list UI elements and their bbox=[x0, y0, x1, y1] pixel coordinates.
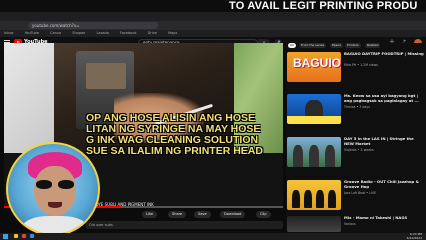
bookmark-item[interactable]: Drive bbox=[148, 31, 157, 35]
bookmark-item[interactable]: Lazada bbox=[96, 31, 108, 35]
save-button[interactable]: Save bbox=[194, 211, 211, 218]
download-button[interactable]: Download bbox=[220, 211, 246, 218]
thumbnail-banner bbox=[287, 116, 341, 124]
clock-date: 6/10/2024 bbox=[406, 235, 422, 240]
promo-text: TO AVAIL LEGIT PRINTING PRODU bbox=[229, 0, 418, 12]
recommendation-item[interactable]: Ms. Keow sa usa ayl bagyong bgt | ang pa… bbox=[287, 94, 425, 124]
video-thumbnail[interactable]: BAGUIO bbox=[287, 52, 341, 82]
filter-chip[interactable]: Printers bbox=[345, 43, 361, 48]
video-caption-line: SUE SA ILALIM NG PRINTER HEAD bbox=[86, 145, 263, 157]
filter-chip[interactable]: Epson bbox=[330, 43, 344, 48]
sunglasses-lens bbox=[58, 180, 74, 189]
address-bar[interactable]: youtube.com/watch?v= bbox=[28, 22, 158, 29]
thumbnail-figure bbox=[292, 190, 300, 208]
thumbnail-figure bbox=[316, 190, 324, 208]
recommendation-meta: Various bbox=[344, 222, 356, 226]
printer-head-image bbox=[86, 63, 126, 89]
recommendation-meta: Jazz Lofi Beat • LIVE bbox=[344, 191, 377, 195]
sunglasses-icon bbox=[36, 180, 74, 189]
recommendation-item[interactable]: DAY 5 in the LAS IN | Stringe the NEW Ma… bbox=[287, 137, 425, 167]
recommendation-item[interactable]: Mix - Mamo ni Takeshi | NAGS Various bbox=[287, 216, 425, 232]
recommendation-meta: Viajeros • 2 weeks bbox=[344, 148, 374, 152]
recommendation-meta: Thrizza • 3 days bbox=[344, 105, 370, 109]
recommendation-title[interactable]: Groove Radio - OUT Chill Jazzhop & Groov… bbox=[344, 180, 424, 189]
recommendation-item[interactable]: Groove Radio - OUT Chill Jazzhop & Groov… bbox=[287, 180, 425, 210]
thumbnail-person bbox=[293, 145, 303, 167]
recommendation-title[interactable]: BAGUIO DAYTRIP FOODTRIP | Missing bbox=[344, 52, 424, 57]
recommendation-title[interactable]: Mix - Mamo ni Takeshi | NAGS bbox=[344, 216, 424, 221]
clip-button[interactable]: Clip bbox=[256, 211, 271, 218]
file-explorer-icon[interactable] bbox=[14, 234, 18, 238]
filter-chip[interactable]: From the series bbox=[299, 43, 327, 48]
thumbnail-person bbox=[309, 145, 319, 167]
video-thumbnail[interactable] bbox=[287, 180, 341, 210]
share-button[interactable]: Share bbox=[168, 211, 187, 218]
filter-chip[interactable]: Related bbox=[365, 43, 381, 48]
video-thumbnail[interactable] bbox=[287, 137, 341, 167]
system-clock[interactable]: 6:24 PM 6/10/2024 bbox=[394, 232, 422, 240]
facecam-mouth bbox=[48, 202, 62, 208]
thumbnail-person bbox=[325, 145, 335, 167]
facecam-overlay bbox=[6, 142, 100, 236]
start-icon[interactable] bbox=[3, 234, 8, 239]
thumbnail-text: BAGUIO bbox=[293, 56, 341, 70]
bookmark-item[interactable]: Facebook bbox=[120, 31, 136, 35]
description-box[interactable]: Ola user subs bbox=[86, 221, 283, 229]
bookmark-item[interactable]: Maps bbox=[168, 31, 177, 35]
taskbar bbox=[0, 233, 426, 240]
thumbnail-figure bbox=[304, 190, 312, 208]
facecam-face bbox=[34, 166, 76, 216]
bookmarks-bar: Inbox YouTube Canva Shopee Lazada Facebo… bbox=[0, 30, 426, 37]
bookmark-item[interactable]: Canva bbox=[50, 31, 61, 35]
bookmark-item[interactable]: Shopee bbox=[72, 31, 85, 35]
video-thumbnail[interactable] bbox=[287, 94, 341, 124]
filter-chip[interactable]: All bbox=[288, 43, 296, 48]
browser-tab-bar[interactable] bbox=[0, 12, 426, 21]
app-icon[interactable] bbox=[30, 234, 34, 238]
like-button[interactable]: Like bbox=[142, 211, 157, 218]
browser-icon[interactable] bbox=[22, 234, 26, 238]
bookmark-item[interactable]: Inbox bbox=[4, 31, 14, 35]
bookmark-item[interactable]: YouTube bbox=[25, 31, 39, 35]
sunglasses-lens bbox=[36, 180, 52, 189]
thumbnail-figure bbox=[328, 190, 336, 208]
recommendation-title[interactable]: DAY 5 in the LAS IN | Stringe the NEW Ma… bbox=[344, 137, 424, 146]
video-thumbnail[interactable] bbox=[287, 216, 341, 232]
recommendation-item[interactable]: BAGUIO BAGUIO DAYTRIP FOODTRIP | Missing… bbox=[287, 52, 425, 82]
recommendation-title[interactable]: Ms. Keow sa usa ayl bagyong bgt | ang pa… bbox=[344, 94, 424, 103]
recommendation-meta: Mira PH • 1.2M views bbox=[344, 63, 378, 67]
